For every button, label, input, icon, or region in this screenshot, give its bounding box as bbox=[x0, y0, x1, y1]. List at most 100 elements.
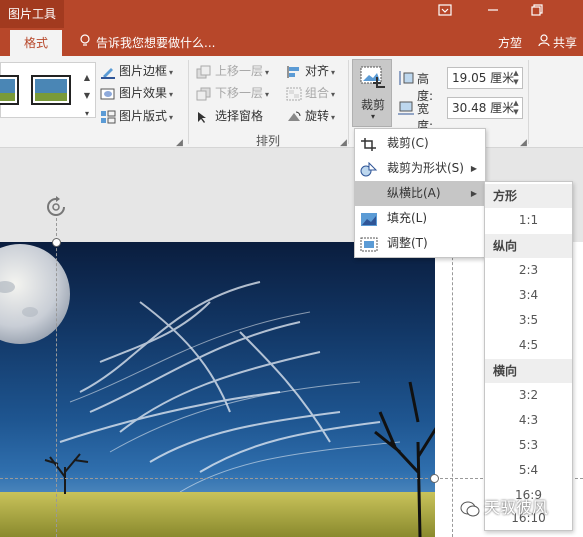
ratio-3-4[interactable]: 3:4 bbox=[485, 283, 572, 308]
landscape-header: 横向 bbox=[485, 359, 572, 383]
aspect-ratio-submenu: 方形 1:1 纵向 2:3 3:4 3:5 4:5 横向 3:2 4:3 5:3… bbox=[484, 181, 573, 531]
menu-item-label: 纵横比(A) bbox=[387, 186, 441, 200]
picture-style-gallery[interactable]: ▲ ▼ ▾ bbox=[0, 62, 96, 118]
ratio-2-3[interactable]: 2:3 bbox=[485, 258, 572, 283]
resize-handle[interactable] bbox=[430, 474, 439, 483]
style-thumbnail[interactable] bbox=[31, 75, 71, 105]
menu-item-label: 填充(L) bbox=[387, 211, 428, 225]
wechat-icon bbox=[460, 501, 480, 517]
watermark-text: 天驭彼风 bbox=[484, 498, 549, 517]
menu-item-crop-to-shape[interactable]: 裁剪为形状(S) ▶ bbox=[355, 156, 485, 181]
bring-forward-label: 上移一层 bbox=[215, 64, 264, 78]
width-icon bbox=[397, 100, 415, 116]
watermark: 天驭彼风 bbox=[460, 498, 548, 518]
menu-item-label: 裁剪为形状(S) bbox=[387, 161, 464, 175]
menu-item-aspect-ratio[interactable]: 纵横比(A) ▶ bbox=[355, 181, 485, 206]
scroll-down-icon[interactable]: ▼ bbox=[80, 87, 94, 105]
fill-icon bbox=[360, 211, 378, 226]
size-launcher-icon[interactable]: ◢ bbox=[520, 138, 527, 148]
ribbon-display-icon[interactable] bbox=[434, 4, 456, 20]
crop-button[interactable]: 裁剪 ▾ bbox=[352, 59, 392, 127]
height-label: 高度: bbox=[417, 72, 434, 103]
group-label: 组合 bbox=[305, 86, 330, 100]
crop-picture-icon bbox=[359, 65, 385, 91]
send-backward-icon bbox=[196, 87, 212, 101]
group-icon bbox=[286, 87, 302, 101]
minimize-icon[interactable] bbox=[482, 4, 504, 20]
width-spinner[interactable]: ▲ ▼ bbox=[511, 99, 521, 117]
ratio-1-1[interactable]: 1:1 bbox=[485, 208, 572, 233]
width-input[interactable]: 30.48 厘米 ▲ ▼ bbox=[447, 97, 523, 119]
tell-me-box[interactable]: 告诉我您想要做什么... bbox=[80, 30, 215, 56]
share-button[interactable]: 共享 bbox=[538, 30, 577, 56]
picture-effects-button[interactable]: 图片效果 ▾ bbox=[100, 83, 173, 103]
selection-pane-label: 选择窗格 bbox=[215, 109, 264, 123]
crop-label: 裁剪 bbox=[360, 98, 385, 112]
scroll-up-icon[interactable]: ▲ bbox=[80, 69, 94, 87]
restore-icon[interactable] bbox=[526, 4, 548, 20]
rotate-label: 旋转 bbox=[305, 109, 330, 123]
menu-item-fill[interactable]: 填充(L) bbox=[355, 206, 485, 231]
rotate-icon bbox=[286, 110, 302, 124]
selection-pane-icon bbox=[196, 110, 212, 124]
menu-item-label: 调整(T) bbox=[387, 236, 428, 250]
crop-menu: 裁剪(C) 裁剪为形状(S) ▶ 纵横比(A) ▶ 填充(L) 调整(T) bbox=[354, 128, 486, 258]
chevron-right-icon: ▶ bbox=[470, 189, 477, 198]
height-icon bbox=[397, 70, 415, 86]
send-backward-label: 下移一层 bbox=[215, 86, 264, 100]
resize-handle[interactable] bbox=[52, 238, 61, 247]
ratio-3-2[interactable]: 3:2 bbox=[485, 383, 572, 408]
portrait-header: 纵向 bbox=[485, 234, 572, 258]
pencil-icon bbox=[100, 65, 116, 79]
align-button[interactable]: 对齐 ▾ bbox=[286, 61, 335, 81]
ratio-5-3[interactable]: 5:3 bbox=[485, 433, 572, 458]
guide-line bbox=[452, 242, 453, 537]
picture-layout-label: 图片版式 bbox=[119, 109, 168, 123]
fit-icon bbox=[360, 236, 378, 252]
style-thumbnail[interactable] bbox=[0, 75, 19, 105]
dialog-launcher-icon[interactable]: ◢ bbox=[176, 138, 183, 148]
height-input[interactable]: 19.05 厘米 ▲ ▼ bbox=[447, 67, 523, 89]
ratio-3-5[interactable]: 3:5 bbox=[485, 308, 572, 333]
sky-landscape-image bbox=[0, 244, 435, 537]
user-name[interactable]: 方堃 bbox=[498, 30, 522, 56]
guide-line bbox=[56, 218, 57, 537]
send-backward-button[interactable]: 下移一层 ▾ bbox=[196, 83, 269, 103]
chevron-down-icon: ▾ bbox=[370, 112, 375, 121]
group-button[interactable]: 组合 ▾ bbox=[286, 83, 335, 103]
bring-forward-button[interactable]: 上移一层 ▾ bbox=[196, 61, 269, 81]
arrange-launcher-icon[interactable]: ◢ bbox=[340, 138, 347, 148]
chevron-right-icon: ▶ bbox=[470, 164, 477, 173]
menu-item-crop[interactable]: 裁剪(C) bbox=[355, 131, 485, 156]
ratio-5-4[interactable]: 5:4 bbox=[485, 458, 572, 483]
tab-format[interactable]: 格式 bbox=[10, 30, 62, 56]
share-label: 共享 bbox=[553, 36, 578, 50]
tell-me-text: 告诉我您想要做什么... bbox=[96, 36, 216, 50]
crop-icon bbox=[360, 136, 378, 151]
ratio-4-3[interactable]: 4:3 bbox=[485, 408, 572, 433]
picture-layout-button[interactable]: 图片版式 ▾ bbox=[100, 106, 173, 126]
picture-effects-label: 图片效果 bbox=[119, 86, 168, 100]
shapes-icon bbox=[360, 161, 378, 177]
square-header: 方形 bbox=[485, 184, 572, 208]
height-spinner[interactable]: ▲ ▼ bbox=[511, 69, 521, 87]
selected-picture[interactable] bbox=[0, 242, 435, 537]
ratio-4-5[interactable]: 4:5 bbox=[485, 333, 572, 358]
rotate-handle-icon[interactable] bbox=[45, 196, 67, 218]
height-value: 19.05 厘米 bbox=[452, 71, 515, 85]
arrange-group-label: 排列 bbox=[256, 134, 281, 148]
effects-icon bbox=[100, 87, 116, 101]
menu-item-fit[interactable]: 调整(T) bbox=[355, 231, 485, 256]
picture-border-button[interactable]: 图片边框 ▾ bbox=[100, 61, 173, 81]
align-icon bbox=[286, 65, 302, 79]
bring-forward-icon bbox=[196, 65, 212, 79]
layout-icon bbox=[100, 110, 116, 124]
width-value: 30.48 厘米 bbox=[452, 101, 515, 115]
gallery-more-icon[interactable]: ▾ bbox=[80, 105, 94, 123]
align-label: 对齐 bbox=[305, 64, 330, 78]
selection-pane-button[interactable]: 选择窗格 bbox=[196, 106, 263, 126]
menu-item-label: 裁剪(C) bbox=[387, 136, 429, 150]
title-bar: 图片工具 格式 告诉我您想要做什么... 方堃 共享 bbox=[0, 0, 583, 56]
rotate-button[interactable]: 旋转 ▾ bbox=[286, 106, 335, 126]
gallery-scroll[interactable]: ▲ ▼ ▾ bbox=[80, 69, 94, 125]
